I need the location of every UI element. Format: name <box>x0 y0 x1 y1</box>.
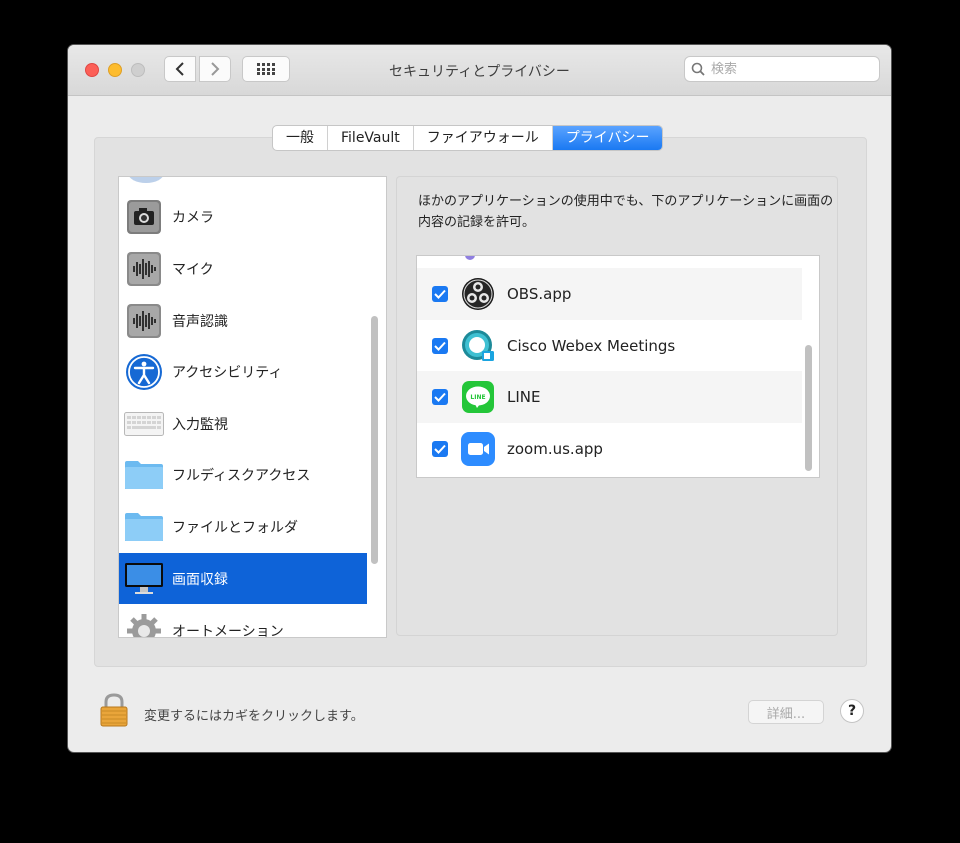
app-row-line[interactable]: LINE LINE <box>417 371 802 423</box>
app-checkbox[interactable] <box>432 338 448 354</box>
speech-recognition-icon <box>124 301 164 341</box>
keyboard-icon <box>124 404 164 444</box>
sidebar-item-label: 音声認識 <box>172 313 228 330</box>
microphone-icon <box>124 249 164 289</box>
folder-icon <box>124 455 164 495</box>
tab-bar: 一般 FileVault ファイアウォール プライバシー <box>272 125 664 151</box>
app-name: OBS.app <box>507 285 572 303</box>
screen-recording-description: ほかのアプリケーションの使用中でも、下のアプリケーションに画面の内容の記録を許可… <box>418 194 834 230</box>
sidebar-scrollbar[interactable] <box>371 316 378 564</box>
sidebar-item-input-monitoring[interactable]: 入力監視 <box>119 398 367 449</box>
title-bar: セキュリティとプライバシー <box>68 45 891 96</box>
preferences-window: セキュリティとプライバシー 一般 FileVault ファイアウォール プライバ… <box>68 45 891 752</box>
tab-firewall[interactable]: ファイアウォール <box>414 126 553 150</box>
folder-icon <box>124 507 164 547</box>
sidebar-item-automation[interactable]: オートメーション <box>119 605 367 638</box>
obs-icon <box>461 277 495 311</box>
sidebar-item-accessibility[interactable]: アクセシビリティ <box>119 346 367 397</box>
sidebar-item-label: フルディスクアクセス <box>172 467 311 484</box>
checkmark-icon <box>434 341 446 351</box>
sidebar-item-speech-recognition[interactable]: 音声認識 <box>119 295 367 346</box>
app-row-zoom[interactable]: zoom.us.app <box>417 423 802 475</box>
app-checkbox[interactable] <box>432 389 448 405</box>
camera-icon <box>124 197 164 237</box>
sidebar-item-camera[interactable]: カメラ <box>119 191 367 242</box>
app-row-obs[interactable]: OBS.app <box>417 268 802 320</box>
partial-item-icon <box>128 177 164 183</box>
lock-icon <box>100 693 128 727</box>
tab-general[interactable]: 一般 <box>273 126 328 150</box>
search-icon <box>691 62 705 76</box>
tab-filevault[interactable]: FileVault <box>328 126 414 150</box>
sidebar-item-full-disk-access[interactable]: フルディスクアクセス <box>119 449 367 500</box>
checkmark-icon <box>434 392 446 402</box>
accessibility-icon <box>124 352 164 392</box>
advanced-button[interactable]: 詳細... <box>748 700 824 724</box>
partial-app-icon <box>465 256 475 260</box>
line-icon: LINE <box>461 380 495 414</box>
sidebar-item-files-and-folders[interactable]: ファイルとフォルダ <box>119 501 367 552</box>
app-checkbox[interactable] <box>432 441 448 457</box>
app-row-webex[interactable]: Cisco Webex Meetings <box>417 320 802 372</box>
search-field[interactable] <box>684 56 880 82</box>
sidebar-item-label: 入力監視 <box>172 416 228 433</box>
sidebar-item-label: マイク <box>172 261 214 278</box>
help-button[interactable]: ? <box>840 699 864 723</box>
screen-recording-app-list[interactable]: OBS.app Cisco Webex Meetings LINE LINE z… <box>416 255 820 478</box>
sidebar-item-label: アクセシビリティ <box>172 364 283 381</box>
app-name: zoom.us.app <box>507 440 603 458</box>
gear-icon <box>124 611 164 637</box>
checkmark-icon <box>434 444 446 454</box>
lock-button[interactable] <box>99 692 129 732</box>
app-name: LINE <box>507 388 541 406</box>
sidebar-item-screen-recording[interactable]: 画面収録 <box>119 553 367 604</box>
webex-icon <box>461 329 495 363</box>
svg-text:LINE: LINE <box>470 394 485 401</box>
app-checkbox[interactable] <box>432 286 448 302</box>
tab-privacy[interactable]: プライバシー <box>552 126 663 150</box>
zoom-icon <box>461 432 495 466</box>
checkmark-icon <box>434 289 446 299</box>
sidebar-item-label: オートメーション <box>172 623 284 638</box>
sidebar-item-microphone[interactable]: マイク <box>119 243 367 294</box>
display-icon <box>124 559 164 599</box>
sidebar-item-label: 画面収録 <box>172 571 228 588</box>
lock-instruction-text: 変更するにはカギをクリックします。 <box>144 709 364 724</box>
sidebar-item-label: カメラ <box>172 209 214 226</box>
privacy-category-list[interactable]: カメラ マイク 音声認識 アクセシビリティ 入力監視 フルディスクアクセス ファ… <box>118 176 387 638</box>
search-input[interactable] <box>709 60 873 78</box>
app-list-scrollbar[interactable] <box>805 345 812 471</box>
sidebar-item-label: ファイルとフォルダ <box>172 519 298 536</box>
app-name: Cisco Webex Meetings <box>507 337 676 355</box>
